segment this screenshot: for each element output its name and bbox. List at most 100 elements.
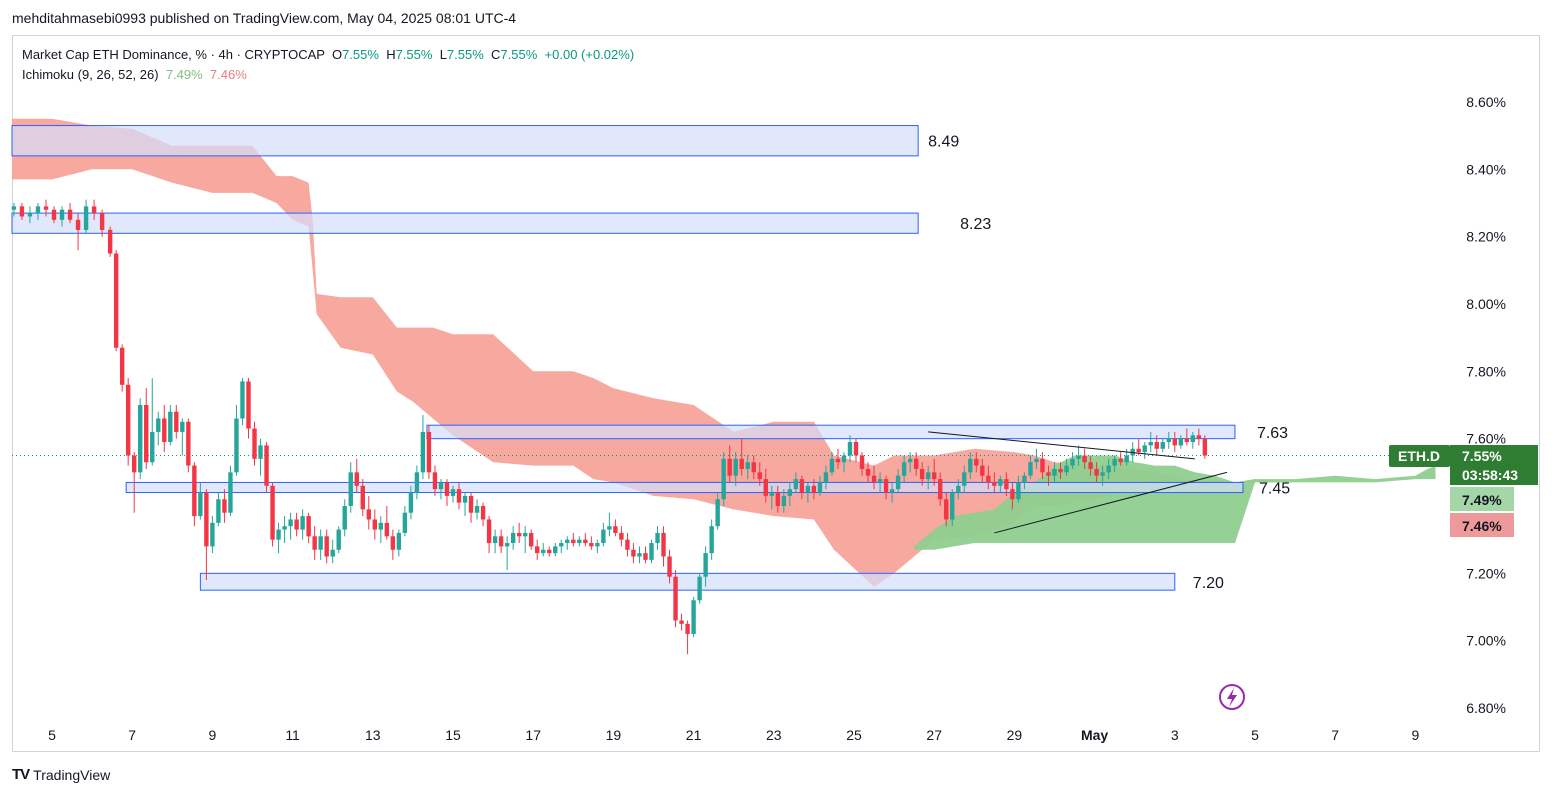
tradingview-logo-icon[interactable]: TV [12,766,30,783]
candle-body [667,556,672,577]
legend-symbol: Market Cap ETH Dominance, % · 4h · CRYPT… [22,47,325,62]
zone-rect [426,424,1236,440]
candle-body [877,479,883,483]
countdown-text: 03:58:43 [1462,467,1518,483]
legend-o-label: O [331,47,343,62]
candle-body [727,458,732,476]
tradingview-brand[interactable]: TradingView [33,767,110,783]
lightning-icon[interactable] [1219,684,1245,710]
candle-body [390,536,396,550]
span-b-tag-text: 7.46% [1462,518,1502,534]
candle-body [781,495,787,506]
candle-body [498,536,504,547]
x-tick-label: 27 [926,727,942,743]
candle-body [246,381,251,429]
candle-body [865,468,871,476]
candle-body [775,492,781,506]
candle-body [805,485,811,493]
candle-body [228,472,233,513]
candle-body [276,529,281,540]
candle-body [324,536,329,557]
candle-body [1076,455,1081,459]
candle-body [348,472,353,506]
candle-body [583,539,588,544]
legend-change: +0.00 (+0.02%) [544,47,635,62]
candle-body [673,576,678,621]
x-tick-label: 23 [766,727,782,743]
candle-body [282,526,287,530]
candle-body [444,482,450,496]
candle-body [709,526,714,554]
y-tick-label: 8.00% [1466,296,1506,312]
candle-body [577,539,582,544]
candle-body [847,442,853,456]
candle-body [1172,438,1177,446]
candle-body [1052,468,1057,476]
x-tick-label: 11 [285,727,300,743]
zone-label: 8.49 [928,134,959,151]
candle-body [456,489,462,503]
x-tick-label: 7 [128,727,136,743]
candle-body [968,458,973,473]
candle-body [240,381,245,419]
candle-body [907,458,913,463]
candle-body [264,445,269,486]
x-tick-label: 21 [686,727,702,743]
symbol-tag-text: ETH.D [1398,448,1440,464]
legend-indicator-row[interactable]: Ichimoku (9, 26, 52, 26) 7.49% 7.46% [22,65,634,85]
chart-canvas[interactable]: 8.498.237.637.457.20 6.80%7.00%7.20%7.40… [0,0,1554,798]
candle-body [486,519,492,544]
candle-body [156,418,161,432]
candle-body [541,549,546,554]
candle-body [992,482,997,486]
candle-body [1184,438,1190,443]
candle-body [1094,468,1099,476]
candle-body [210,522,215,547]
legend-o-value: 7.55% [342,47,379,62]
candle-body [432,472,438,490]
candle-body [1010,489,1015,500]
candle-body [871,475,877,483]
candle-body [1142,445,1147,453]
candle-body [75,219,81,230]
candle-body [739,458,744,469]
candle-body [697,576,702,601]
candle-body [144,405,149,463]
candle-body [1034,458,1039,463]
x-tick-label: 15 [445,727,461,743]
candle-body [1040,458,1045,473]
candle-body [119,347,125,385]
candle-body [1100,472,1105,476]
candle-body [450,489,456,496]
zone-rect [11,125,919,157]
candle-body [528,532,534,547]
candle-body [192,465,197,517]
candle-body [829,458,835,473]
candle-body [113,253,119,348]
candle-body [595,543,600,547]
legend-indicator-value-2: 7.46% [209,67,247,82]
zone-label: 8.23 [960,216,991,233]
candle-body [11,206,17,210]
legend-symbol-row[interactable]: Market Cap ETH Dominance, % · 4h · CRYPT… [22,45,634,65]
candle-body [384,522,390,537]
candle-body [619,532,624,540]
candle-body [757,472,762,480]
candle-body [1124,455,1129,463]
y-tick-label: 7.00% [1466,633,1506,649]
candle-body [655,532,660,544]
candle-body [1160,442,1165,449]
x-tick-label: 7 [1331,727,1339,743]
zone-rect [125,481,1244,494]
candle-body [637,553,642,557]
candle-body [944,499,949,520]
x-tick-label: 5 [1251,727,1259,743]
candle-body [1118,458,1123,463]
candle-body [787,489,793,496]
candle-body [252,428,257,459]
candle-body [950,492,955,520]
candle-body [354,472,359,486]
candle-body [1064,465,1069,473]
y-axis: 6.80%7.00%7.20%7.40%7.60%7.80%8.00%8.20%… [1466,94,1506,716]
y-tick-label: 8.60% [1466,94,1506,110]
